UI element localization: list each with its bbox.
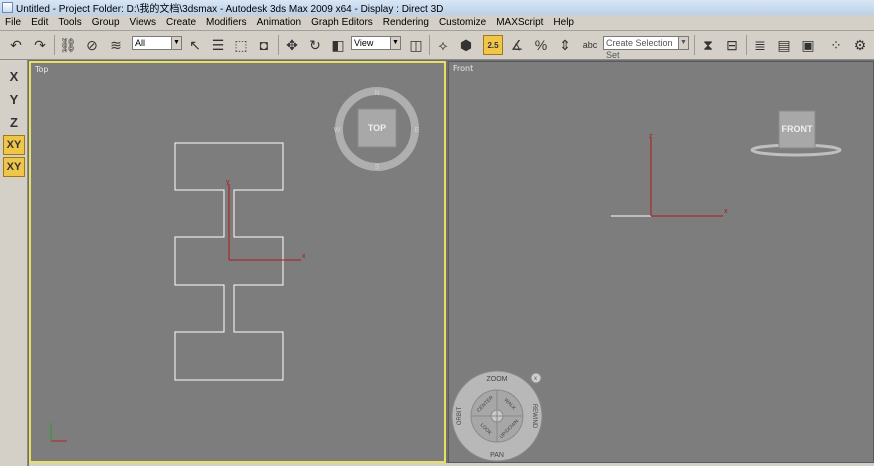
menu-file[interactable]: File	[0, 17, 26, 28]
viewport-top[interactable]: Top x y TOP N S E W	[29, 61, 446, 463]
snap-toggle-label: 2.5	[487, 40, 499, 50]
select-and-rotate-icon[interactable]: ↻	[305, 35, 325, 55]
wheel-rewind[interactable]: REWIND	[531, 404, 537, 429]
edit-named-selection-icon[interactable]: abc	[580, 35, 600, 55]
gizmo-x-label: x	[724, 208, 728, 215]
wheel-zoom[interactable]: ZOOM	[487, 376, 508, 383]
select-by-name-icon[interactable]: ☰	[208, 35, 228, 55]
steering-wheel[interactable]: x ZOOM PAN ORBIT REWIND CENTER WALK LOOK…	[451, 370, 543, 462]
window-title: Untitled - Project Folder: D:\我的文档\3dsma…	[16, 4, 444, 15]
select-and-scale-icon[interactable]: ◧	[328, 35, 348, 55]
axis-constraints-toolbar: X Y Z XY XY	[0, 60, 28, 466]
menu-rendering[interactable]: Rendering	[378, 17, 434, 28]
menu-customize[interactable]: Customize	[434, 17, 491, 28]
app-icon	[2, 2, 13, 13]
menu-tools[interactable]: Tools	[53, 17, 86, 28]
menu-edit[interactable]: Edit	[26, 17, 53, 28]
constraint-x-button[interactable]: X	[3, 66, 25, 86]
align-icon[interactable]: ⊟	[722, 35, 742, 55]
rectangular-selection-icon[interactable]: ⬚	[231, 35, 251, 55]
compass-n: N	[374, 90, 379, 97]
menu-create[interactable]: Create	[161, 17, 201, 28]
constraint-xy-cycle-button[interactable]: XY	[3, 157, 25, 177]
wheel-pan[interactable]: PAN	[490, 452, 504, 459]
menu-help[interactable]: Help	[548, 17, 579, 28]
select-and-link-icon[interactable]: ⛓	[58, 35, 78, 55]
select-and-manipulate-icon[interactable]: ⟡	[433, 35, 453, 55]
wheel-orbit[interactable]: ORBIT	[457, 407, 463, 426]
main-toolbar: ↶ ↷ ⛓ ⊘ ≋ All ▼ ↖ ☰ ⬚ ◘ ✥ ↻ ◧ View ▼ ◫ ⟡…	[0, 31, 874, 60]
select-and-move-icon[interactable]: ✥	[282, 35, 302, 55]
svg-text:x: x	[534, 376, 537, 382]
menu-animation[interactable]: Animation	[252, 17, 306, 28]
select-object-icon[interactable]: ↖	[185, 35, 205, 55]
render-setup-icon[interactable]: ⚙	[850, 35, 870, 55]
constraint-xy-button[interactable]: XY	[3, 135, 25, 155]
reference-coordinate-value: View	[354, 38, 374, 48]
selection-filter-value: All	[135, 38, 146, 48]
undo-icon[interactable]: ↶	[6, 35, 26, 55]
angle-snap-icon[interactable]: ∡	[507, 35, 527, 55]
menu-modifiers[interactable]: Modifiers	[201, 17, 252, 28]
mirror-icon[interactable]: ⧗	[698, 35, 718, 55]
selection-filter-dropdown[interactable]: All ▼	[132, 36, 182, 50]
window-crossing-icon[interactable]: ◘	[254, 35, 274, 55]
top-viewport-canvas: x y TOP N S E W	[50, 87, 420, 442]
bind-space-warp-icon[interactable]: ≋	[106, 35, 126, 55]
gizmo-x-label: x	[302, 253, 306, 260]
pivot-center-icon[interactable]: ◫	[406, 35, 426, 55]
compass-e: E	[415, 127, 420, 134]
constraint-y-button[interactable]: Y	[3, 89, 25, 109]
viewcube-face-label[interactable]: TOP	[368, 123, 386, 133]
viewcube-face-label[interactable]: FRONT	[782, 124, 813, 134]
material-editor-icon[interactable]: ⁘	[826, 35, 846, 55]
percent-snap-icon[interactable]: %	[531, 35, 551, 55]
gizmo-z-label: z	[649, 133, 653, 140]
compass-s: S	[375, 164, 380, 171]
curve-editor-icon[interactable]: ▤	[774, 35, 794, 55]
reference-coordinate-dropdown[interactable]: View ▼	[351, 36, 401, 50]
menu-group[interactable]: Group	[87, 17, 125, 28]
gizmo-y-label: y	[226, 179, 230, 186]
compass-w: W	[334, 127, 341, 134]
menu-bar: File Edit Tools Group Views Create Modif…	[0, 15, 874, 31]
menu-graph-editors[interactable]: Graph Editors	[306, 17, 378, 28]
constraint-z-button[interactable]: Z	[3, 112, 25, 132]
title-bar: Untitled - Project Folder: D:\我的文档\3dsma…	[0, 0, 874, 15]
keyboard-shortcut-override-icon[interactable]: ⬢	[456, 35, 476, 55]
unlink-icon[interactable]: ⊘	[82, 35, 102, 55]
viewport-front[interactable]: Front x z FRONT x ZOOM PAN ORBIT REWIND …	[448, 61, 874, 463]
menu-maxscript[interactable]: MAXScript	[491, 17, 548, 28]
chevron-down-icon: ▼	[171, 37, 181, 49]
menu-views[interactable]: Views	[125, 17, 162, 28]
schematic-view-icon[interactable]: ▣	[798, 35, 818, 55]
spinner-snap-icon[interactable]: ⇕	[555, 35, 575, 55]
layer-manager-icon[interactable]: ≣	[750, 35, 770, 55]
redo-icon[interactable]: ↷	[30, 35, 50, 55]
chevron-down-icon: ▼	[678, 37, 688, 49]
selection-set-placeholder: Create Selection Set	[606, 38, 673, 60]
snap-toggle-button[interactable]: 2.5	[483, 35, 503, 55]
selection-set-dropdown[interactable]: Create Selection Set ▼	[603, 36, 689, 60]
front-viewport-canvas: x z FRONT x ZOOM PAN ORBIT REWIND CENTER…	[451, 110, 842, 462]
chevron-down-icon: ▼	[390, 37, 400, 49]
